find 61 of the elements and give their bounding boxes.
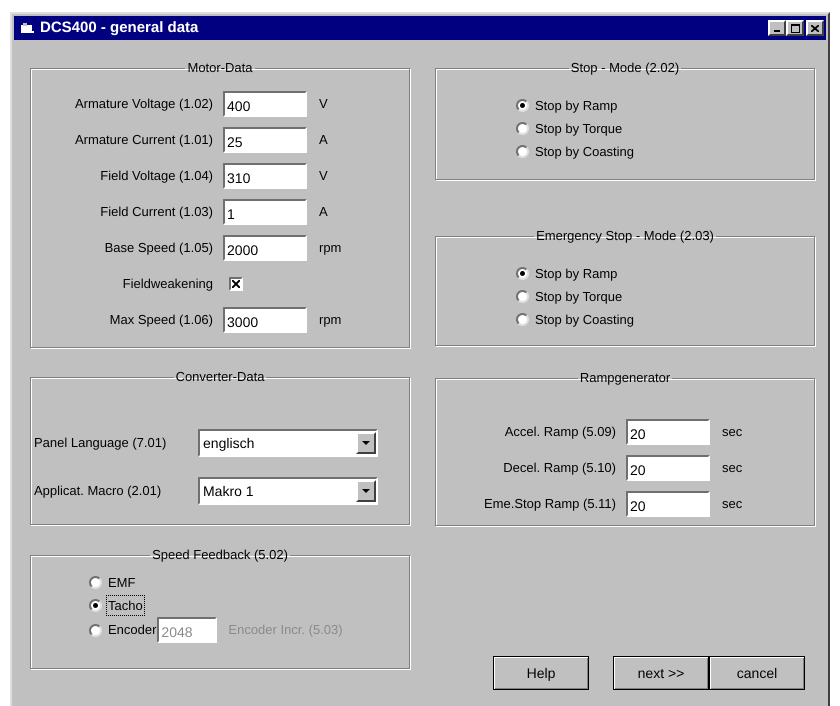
feedback-option[interactable]: Encoder bbox=[89, 618, 158, 642]
close-icon bbox=[811, 24, 819, 32]
close-button[interactable] bbox=[806, 20, 824, 36]
minimize-button[interactable] bbox=[768, 20, 786, 36]
field-label: Armature Voltage (1.02) bbox=[74, 95, 214, 114]
group-title: Emergency Stop - Mode (2.03) bbox=[536, 228, 714, 243]
caret-icon bbox=[362, 489, 370, 493]
group-title: Converter-Data bbox=[176, 369, 264, 384]
unit-label: sec bbox=[722, 423, 742, 442]
input-field[interactable]: 20 bbox=[626, 455, 710, 481]
dropdown[interactable]: englisch bbox=[198, 429, 378, 457]
field-label: Field Voltage (1.04) bbox=[99, 167, 214, 186]
caret-icon bbox=[362, 441, 370, 445]
feedback-option[interactable]: EMF bbox=[89, 571, 136, 594]
dialog-button[interactable]: next >> bbox=[613, 656, 709, 690]
input-field[interactable]: 3000 bbox=[223, 307, 307, 333]
stop-option[interactable]: Stop by Ramp bbox=[516, 94, 814, 117]
stop-option[interactable]: Stop by Ramp bbox=[516, 262, 814, 285]
minimize-icon bbox=[774, 30, 780, 32]
input-field[interactable]: 2000 bbox=[223, 235, 307, 261]
unit-label: sec bbox=[722, 459, 742, 478]
input-field[interactable]: 310 bbox=[223, 163, 307, 189]
window-title: DCS400 - general data bbox=[40, 18, 198, 38]
stop-option[interactable]: Stop by Coasting bbox=[516, 308, 814, 331]
stop-option[interactable]: Stop by Torque bbox=[516, 285, 814, 308]
field-label: Fieldweakening bbox=[122, 275, 214, 294]
field-label: Applicat. Macro (2.01) bbox=[34, 482, 162, 500]
dialog-button[interactable]: cancel bbox=[709, 656, 805, 690]
field-label: Eme.Stop Ramp (5.11) bbox=[483, 495, 617, 514]
input-field[interactable]: 20 bbox=[626, 419, 710, 445]
field-label: Panel Language (7.01) bbox=[34, 434, 168, 452]
unit-label: V bbox=[319, 95, 328, 114]
group-title: Rampgenerator bbox=[580, 370, 670, 385]
field-label: Armature Current (1.01) bbox=[74, 131, 214, 150]
checkbox[interactable] bbox=[229, 277, 243, 291]
unit-label: V bbox=[319, 167, 328, 186]
field-label: Max Speed (1.06) bbox=[108, 311, 214, 330]
field-label: Decel. Ramp (5.10) bbox=[502, 459, 617, 478]
unit-label: rpm bbox=[319, 239, 342, 258]
input-field[interactable]: 25 bbox=[223, 127, 307, 153]
group-title: Speed Feedback (5.02) bbox=[152, 547, 288, 562]
dialog-button[interactable]: Help bbox=[493, 656, 589, 690]
window-icon bbox=[20, 22, 34, 34]
unit-label: A bbox=[319, 131, 328, 150]
dropdown[interactable]: Makro 1 bbox=[198, 477, 378, 505]
group-title: Stop - Mode (2.02) bbox=[570, 60, 680, 75]
input-field[interactable]: 1 bbox=[223, 199, 307, 225]
field-label: Accel. Ramp (5.09) bbox=[504, 423, 617, 442]
stop-option[interactable]: Stop by Torque bbox=[516, 117, 814, 140]
maximize-icon bbox=[790, 24, 800, 32]
input-field[interactable]: 400 bbox=[223, 91, 307, 117]
stop-option[interactable]: Stop by Coasting bbox=[516, 140, 814, 163]
unit-label: rpm bbox=[319, 311, 342, 330]
input-field[interactable]: 20 bbox=[626, 491, 710, 517]
group-title: Motor-Data bbox=[187, 60, 253, 75]
field-label: Field Current (1.03) bbox=[99, 203, 214, 222]
feedback-option[interactable]: Tacho bbox=[89, 594, 144, 617]
field-label: Base Speed (1.05) bbox=[104, 239, 214, 258]
unit-label: A bbox=[319, 203, 328, 222]
unit-label: sec bbox=[722, 495, 742, 514]
maximize-button[interactable] bbox=[786, 20, 804, 36]
